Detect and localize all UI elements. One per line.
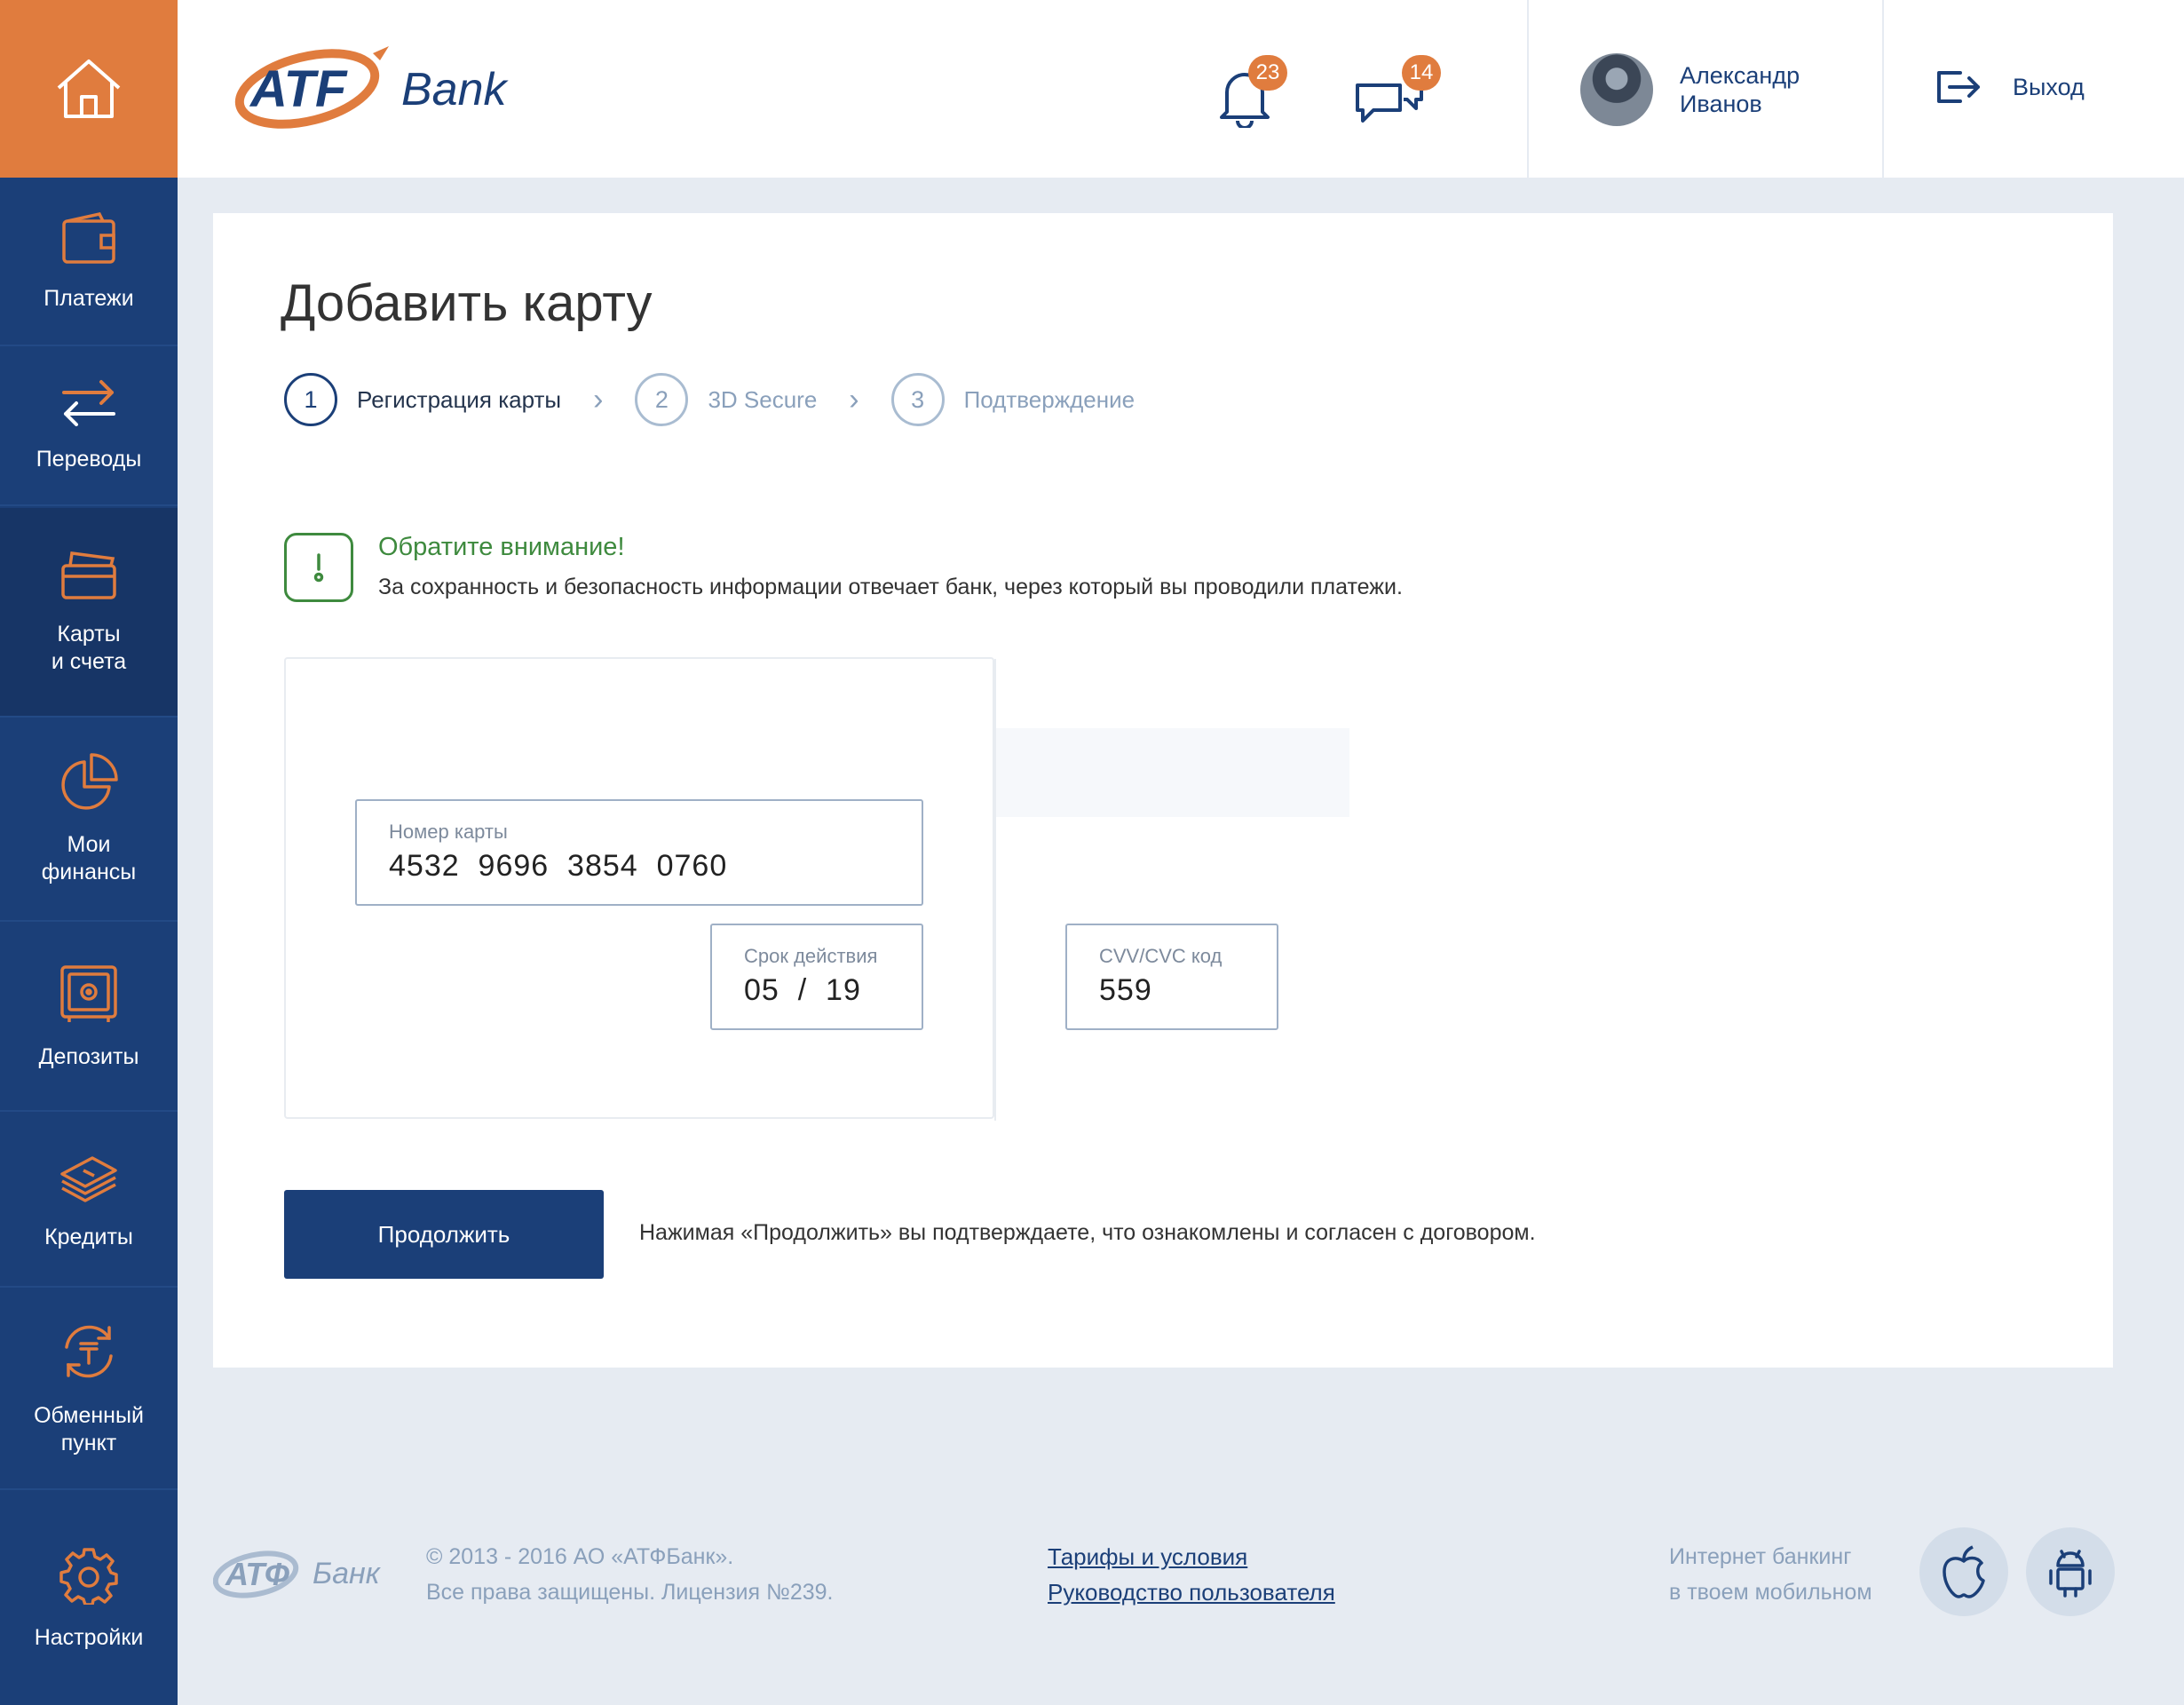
sidebar-item-label: Переводы — [36, 446, 142, 472]
exclamation-icon — [284, 533, 353, 602]
home-icon — [57, 59, 121, 118]
card-form: Номер карты 4532 9696 3854 0760 Срок дей… — [284, 657, 1349, 1121]
sidebar-item-transfers[interactable]: Переводы — [0, 346, 178, 506]
sidebar-item-label: Мои финансы — [41, 832, 137, 884]
mobile-banking-text: Интернет банкинг в твоем мобильном — [1669, 1539, 1872, 1610]
footer-logo: АТФ Банк — [213, 1550, 382, 1598]
step-number: 1 — [284, 373, 337, 426]
svg-text:АТФ: АТФ — [225, 1556, 289, 1592]
top-header: ATF Bank 23 14 Александр Иванов Выход — [178, 0, 2184, 178]
sidebar-item-label: Кредиты — [44, 1224, 133, 1249]
android-icon — [2049, 1550, 2092, 1598]
transfer-arrows-icon — [62, 379, 115, 426]
user-first-name: Александр — [1680, 62, 1800, 89]
sidebar-item-cards[interactable]: Карты и счета — [0, 508, 178, 718]
tariffs-link[interactable]: Тарифы и условия — [1048, 1539, 1335, 1574]
notifications-button[interactable]: 23 — [1216, 55, 1305, 135]
step-number: 3 — [890, 373, 945, 426]
chevron-right-icon: › — [593, 382, 604, 416]
sidebar-item-exchange[interactable]: Обменный пункт — [0, 1289, 178, 1490]
safe-icon — [60, 964, 117, 1022]
continue-button[interactable]: Продолжить — [284, 1190, 604, 1279]
magnetic-stripe — [996, 728, 1349, 817]
user-profile[interactable]: Александр Иванов — [1580, 53, 1800, 126]
user-last-name: Иванов — [1680, 91, 1762, 117]
sidebar-item-payments[interactable]: Платежи — [0, 178, 178, 346]
agreement-text: Нажимая «Продолжить» вы подтверждаете, ч… — [639, 1220, 1536, 1245]
step-confirmation: 3 Подтверждение — [890, 373, 1136, 426]
svg-text:ATF: ATF — [249, 60, 348, 118]
header-divider — [1527, 0, 1529, 178]
notice-text: За сохранность и безопасность информации… — [378, 575, 1403, 599]
svg-text:Bank: Bank — [401, 64, 510, 115]
expiry-field[interactable]: Срок действия 05 / 19 — [710, 924, 923, 1030]
cards-icon — [61, 551, 116, 599]
wallet-icon — [62, 211, 115, 264]
cvv-label: CVV/CVC код — [1099, 945, 1223, 967]
home-button[interactable] — [0, 0, 178, 178]
chevron-right-icon: › — [849, 382, 859, 416]
cvv-value: 559 — [1099, 973, 1152, 1007]
stepper: 1 Регистрация карты › 2 3D Secure › 3 По… — [284, 373, 1135, 426]
copyright: © 2013 - 2016 АО «АТФБанк». Все права за… — [426, 1539, 833, 1610]
copyright-line: Все права защищены. Лицензия №239. — [426, 1580, 834, 1605]
sidebar: Платежи Переводы Карты и счета Мои финан… — [0, 0, 178, 1705]
sidebar-item-label: Обменный пункт — [34, 1403, 144, 1455]
card-number-value: 4532 9696 3854 0760 — [389, 849, 728, 883]
footer-links: Тарифы и условия Руководство пользовател… — [1048, 1539, 1335, 1610]
apple-icon — [1943, 1545, 1985, 1598]
expiry-label: Срок действия — [744, 945, 878, 967]
messages-badge: 14 — [1402, 55, 1441, 91]
svg-text:Банк: Банк — [313, 1557, 382, 1590]
avatar — [1580, 53, 1653, 126]
sidebar-item-finances[interactable]: Мои финансы — [0, 719, 178, 922]
atf-bank-logo[interactable]: ATF Bank — [231, 37, 524, 135]
mobile-line: Интернет банкинг — [1669, 1544, 1852, 1569]
sidebar-item-label: Платежи — [44, 285, 134, 311]
sidebar-item-credits[interactable]: Кредиты — [0, 1114, 178, 1288]
copyright-line: © 2013 - 2016 АО «АТФБанк». — [426, 1544, 734, 1569]
expiry-value: 05 / 19 — [744, 973, 861, 1007]
sidebar-item-deposits[interactable]: Депозиты — [0, 924, 178, 1112]
card-number-field[interactable]: Номер карты 4532 9696 3854 0760 — [355, 799, 923, 906]
page-title: Добавить карту — [281, 274, 653, 332]
step-label: Регистрация карты — [357, 385, 562, 413]
step-label: 3D Secure — [708, 385, 818, 413]
app-store-button[interactable] — [1919, 1527, 2008, 1616]
mobile-line: в твоем мобильном — [1669, 1580, 1872, 1605]
step-registration: 1 Регистрация карты — [284, 373, 561, 426]
messages-button[interactable]: 14 — [1354, 55, 1452, 135]
notice-block: Обратите внимание! За сохранность и безо… — [284, 533, 1403, 602]
step-label: Подтверждение — [963, 385, 1136, 413]
cvv-field[interactable]: CVV/CVC код 559 — [1065, 924, 1278, 1030]
user-guide-link[interactable]: Руководство пользователя — [1048, 1574, 1335, 1610]
gear-icon — [59, 1547, 118, 1605]
sidebar-item-label: Настройки — [34, 1624, 144, 1650]
sidebar-item-settings[interactable]: Настройки — [0, 1492, 178, 1705]
logout-icon — [1937, 71, 1980, 103]
currency-exchange-icon — [65, 1325, 113, 1378]
google-play-button[interactable] — [2026, 1527, 2115, 1616]
sidebar-item-label: Карты и счета — [51, 622, 127, 674]
notice-title: Обратите внимание! — [378, 533, 625, 561]
step-number: 2 — [635, 373, 689, 426]
step-3d-secure: 2 3D Secure — [635, 373, 817, 426]
notifications-badge: 23 — [1248, 55, 1287, 91]
add-card-panel: Добавить карту 1 Регистрация карты › 2 3… — [213, 213, 2113, 1368]
logout-button[interactable]: Выход — [1935, 69, 2085, 105]
header-divider — [1882, 0, 1884, 178]
card-number-label: Номер карты — [389, 821, 508, 843]
pie-chart-icon — [61, 753, 118, 810]
logout-label: Выход — [2013, 73, 2085, 100]
money-stack-icon — [60, 1155, 117, 1202]
sidebar-item-label: Депозиты — [38, 1043, 139, 1069]
